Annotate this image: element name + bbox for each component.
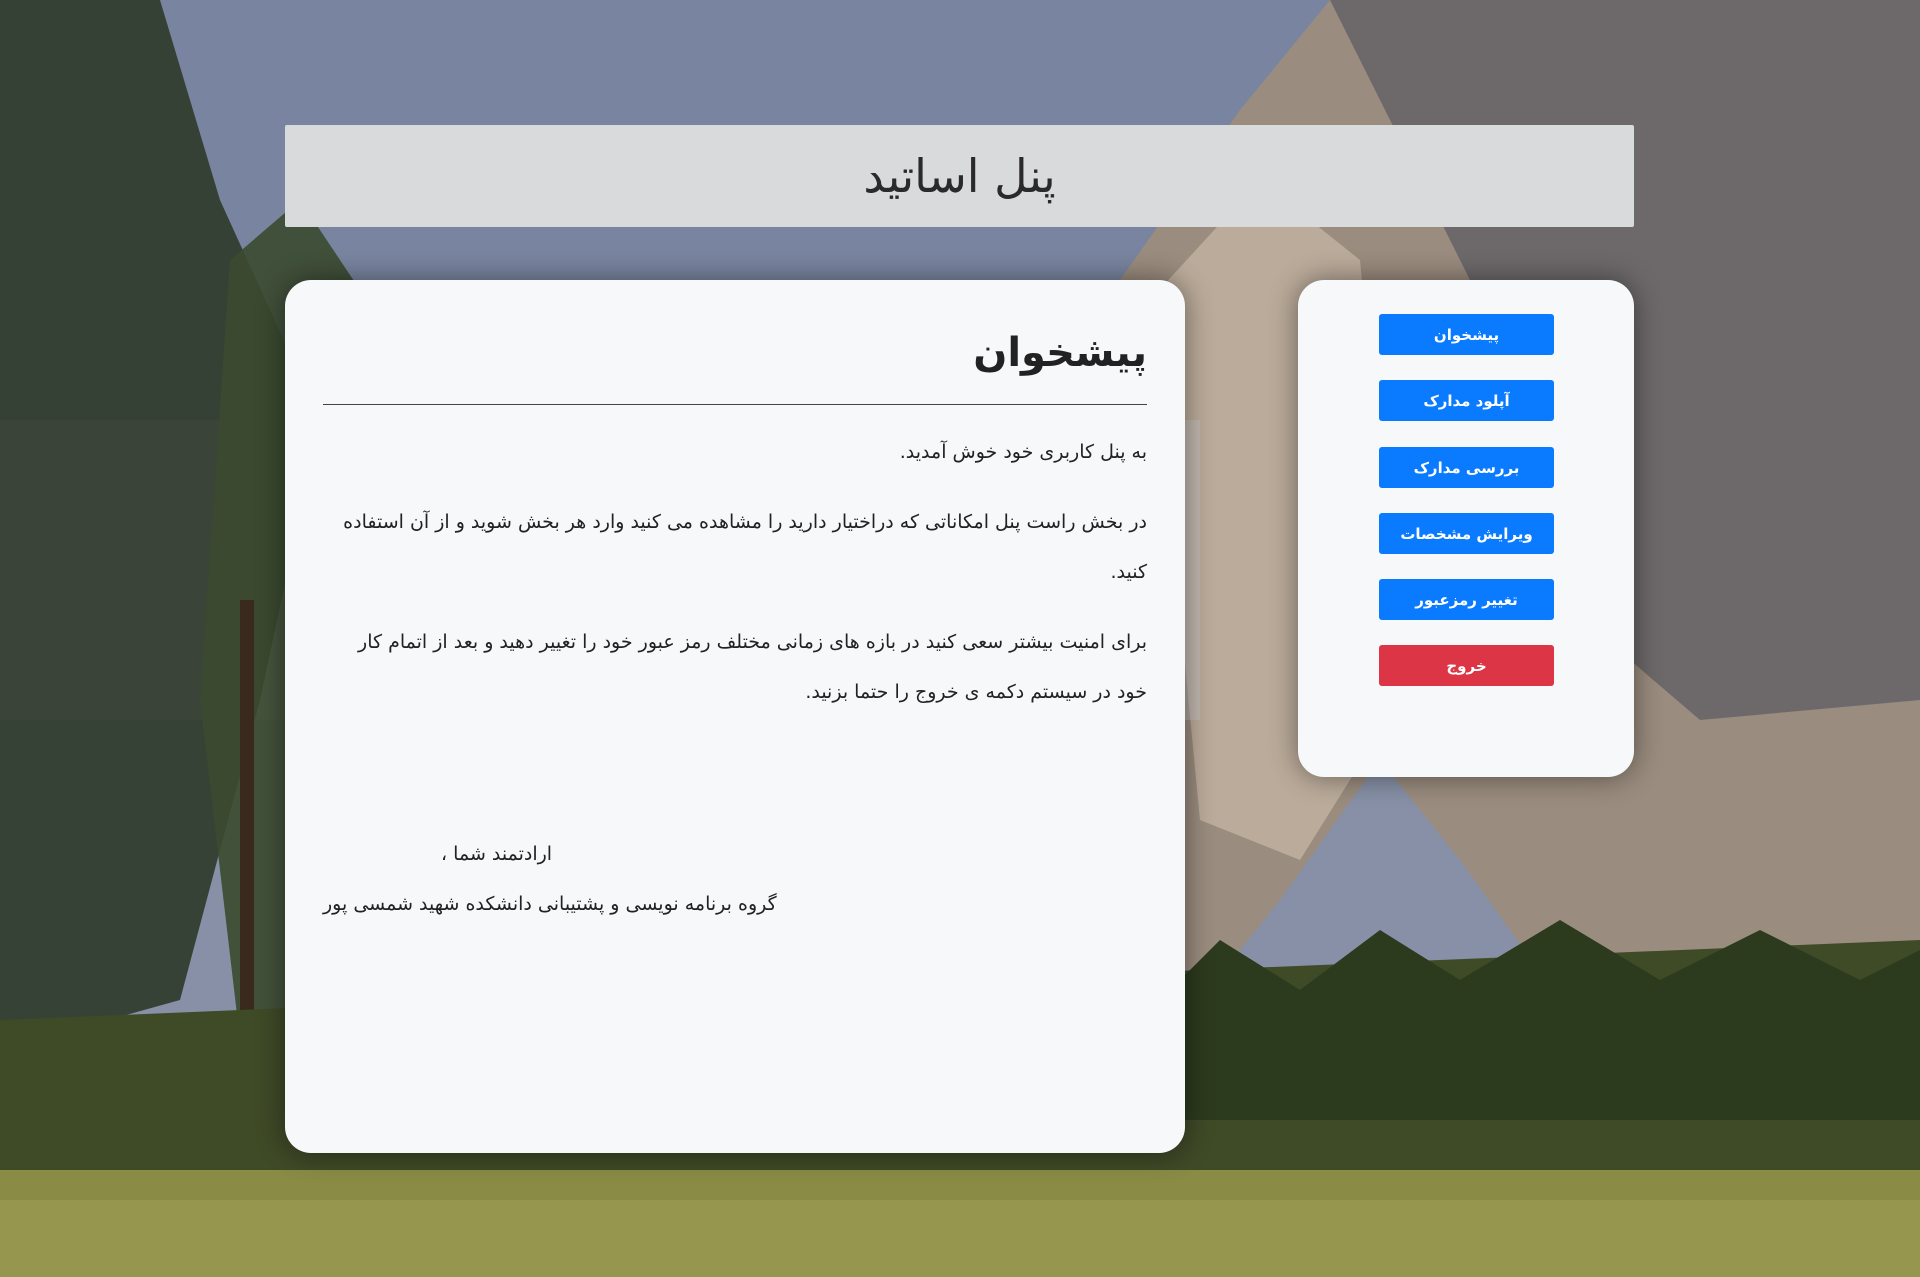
page-header: پنل اساتید [285, 125, 1634, 227]
signoff-team: گروه برنامه نویسی و پشتیبانی دانشکده شهی… [323, 893, 777, 915]
sidebar-item-edit-profile[interactable]: ویرایش مشخصات [1379, 513, 1554, 554]
sidebar-item-review-documents[interactable]: بررسی مدارک [1379, 447, 1554, 488]
section-title: پیشخوان [973, 330, 1147, 376]
instructions-paragraph: در بخش راست پنل امکاناتی که دراختیار دار… [343, 511, 1147, 583]
security-paragraph: برای امنیت بیشتر سعی کنید در بازه های زم… [358, 631, 1147, 703]
signoff-greeting: ارادتمند شما ، [441, 843, 553, 865]
title-divider [323, 404, 1147, 405]
sidebar-item-change-password[interactable]: تغییر رمزعبور [1379, 579, 1554, 620]
logout-button[interactable]: خروج [1379, 645, 1554, 686]
signoff: ارادتمند شما ، گروه برنامه نویسی و پشتیب… [323, 829, 1147, 929]
sidebar-item-upload-documents[interactable]: آپلود مدارک [1379, 380, 1554, 421]
welcome-paragraph: به پنل کاربری خود خوش آمدید. [899, 441, 1147, 463]
dashboard-content-card: پیشخوان به پنل کاربری خود خوش آمدید. در … [285, 280, 1185, 1153]
page-title: پنل اساتید [863, 149, 1056, 203]
sidebar-item-dashboard[interactable]: پیشخوان [1379, 314, 1554, 355]
sidebar-menu-card: پیشخوان آپلود مدارک بررسی مدارک ویرایش م… [1298, 280, 1634, 777]
